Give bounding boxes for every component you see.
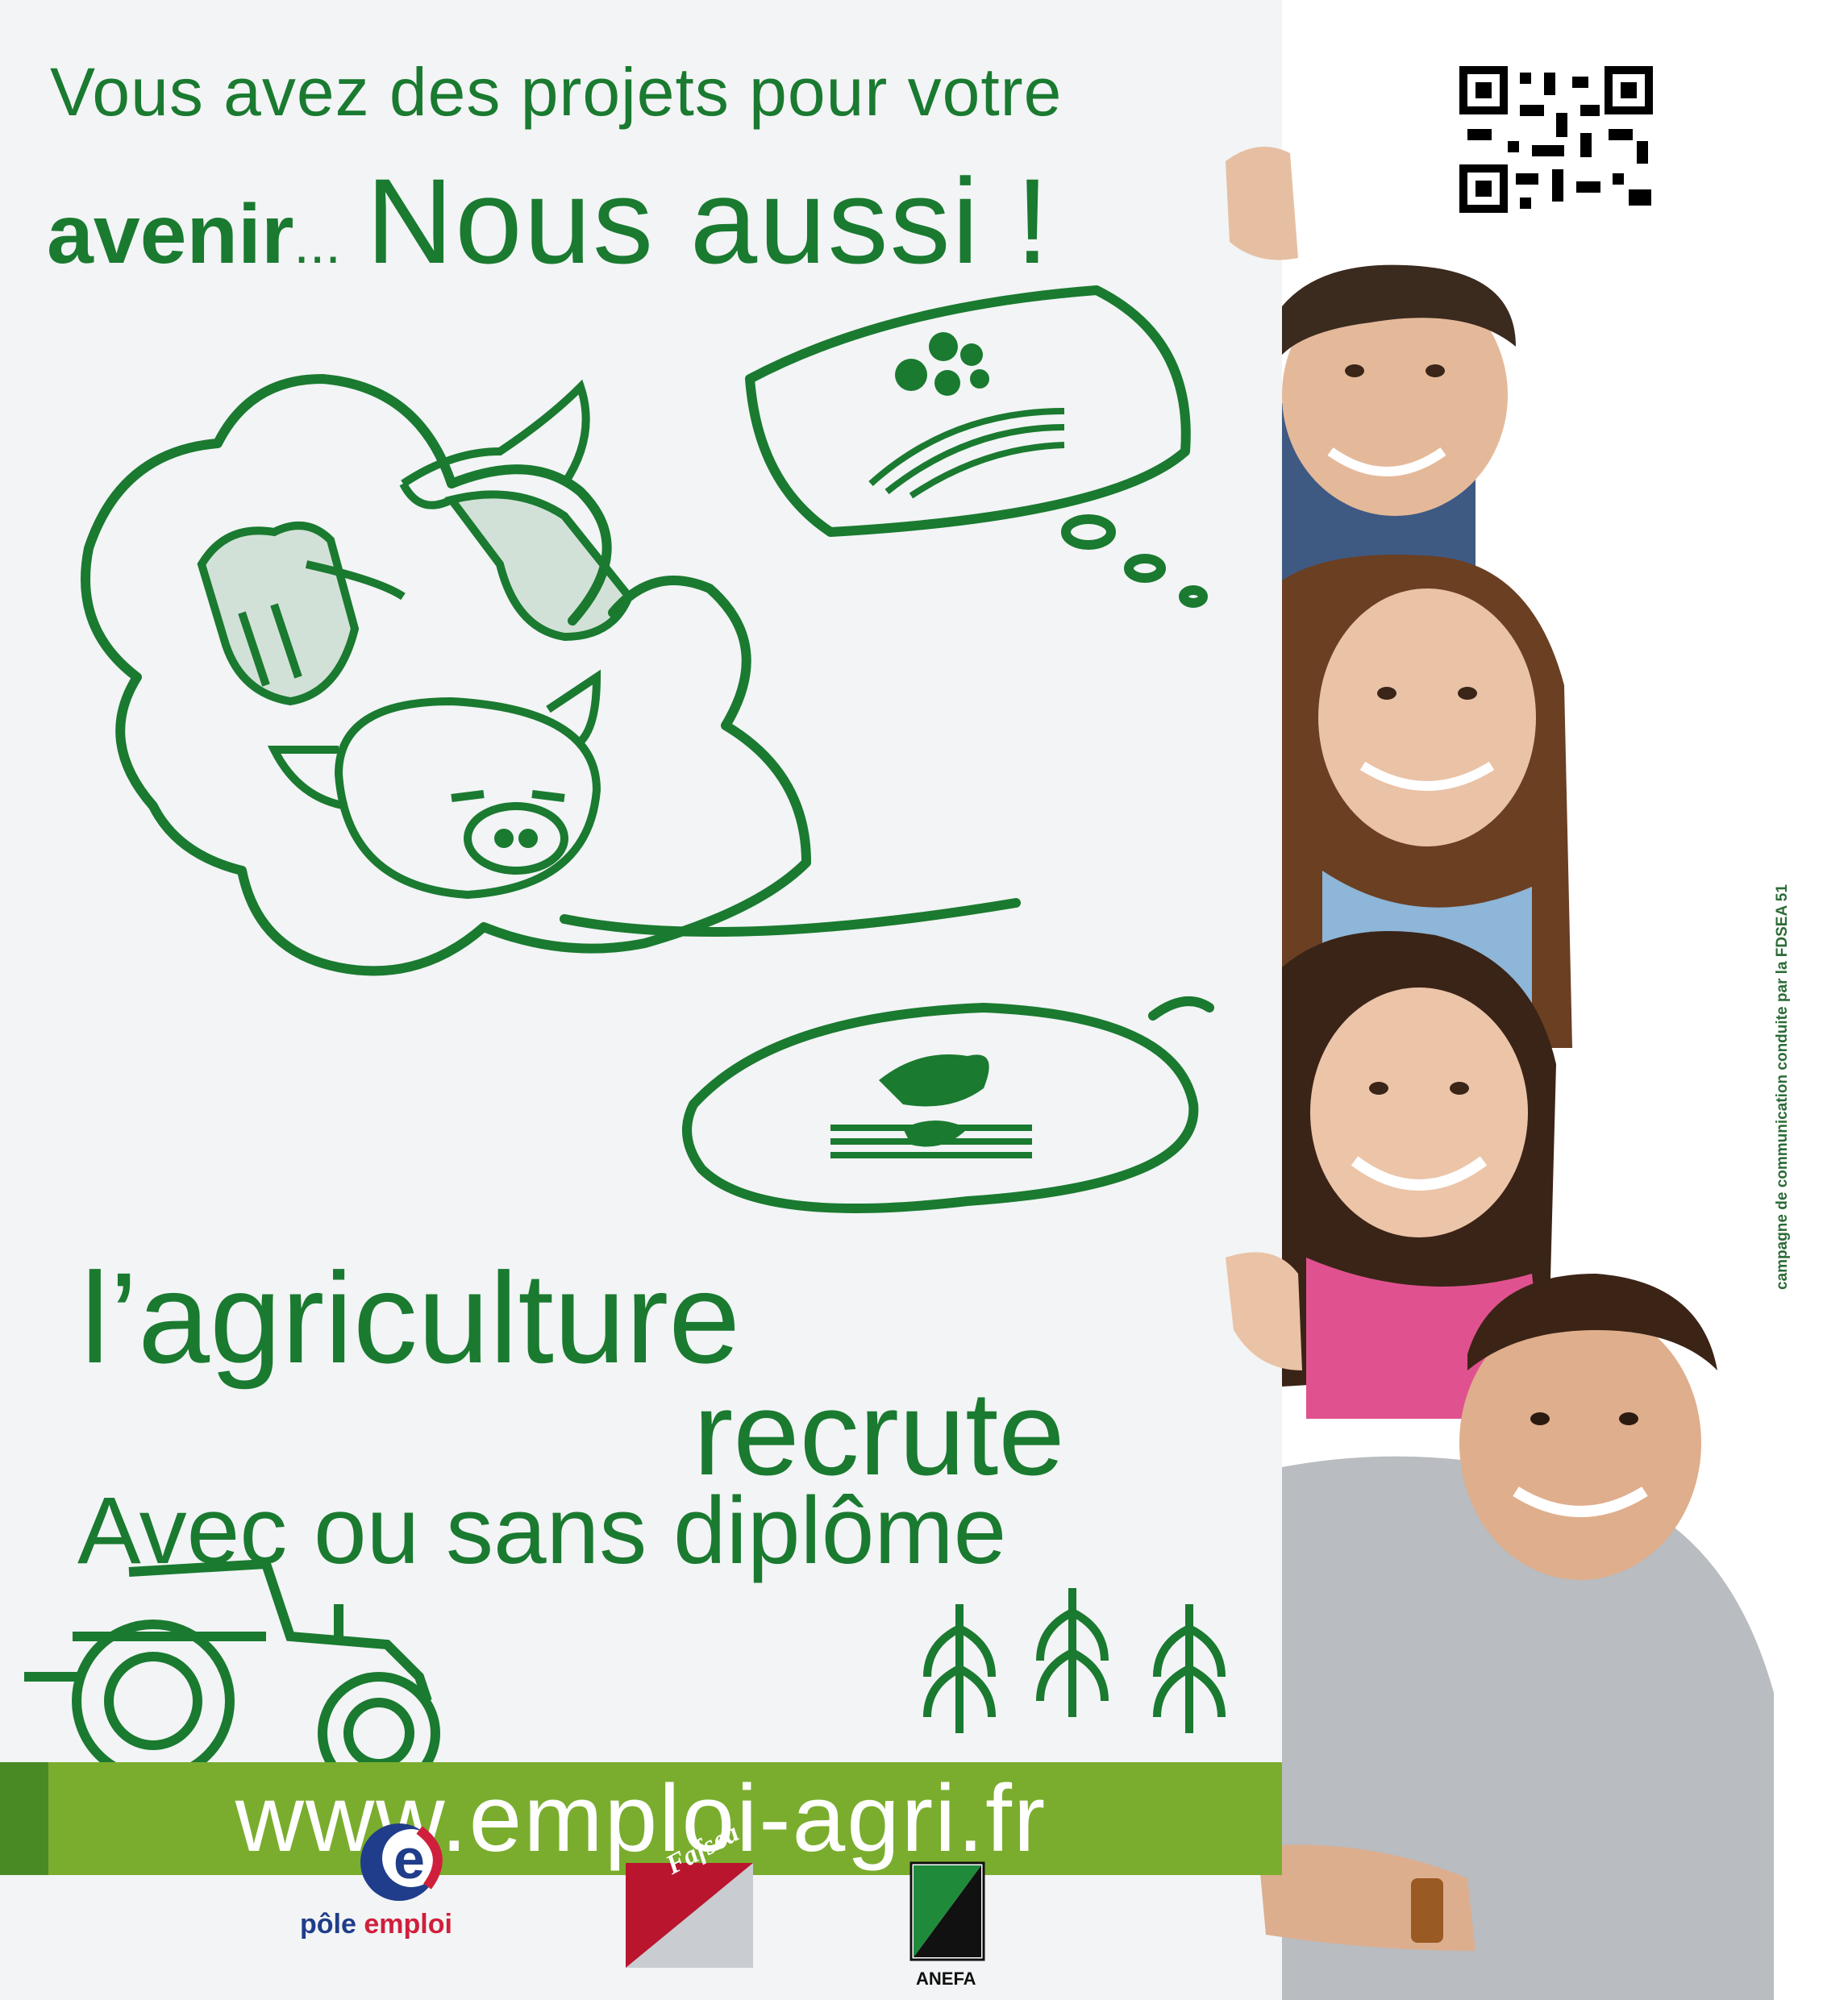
pole-emploi-label: pôle emploi — [300, 1909, 452, 1940]
partner-logos: e — [360, 1823, 985, 1968]
side-caption: campagne de communication conduite par l… — [1774, 884, 1791, 1290]
anefa-label: ANEFA — [916, 1969, 976, 1989]
svg-text:e: e — [393, 1827, 425, 1890]
fafsea-logo — [626, 1863, 753, 1968]
anefa-logo — [909, 1861, 985, 1961]
pole-emploi-word-1: pôle — [300, 1909, 356, 1940]
pole-emploi-logo: e — [360, 1823, 443, 1901]
pole-emploi-word-2: emploi — [364, 1909, 452, 1940]
